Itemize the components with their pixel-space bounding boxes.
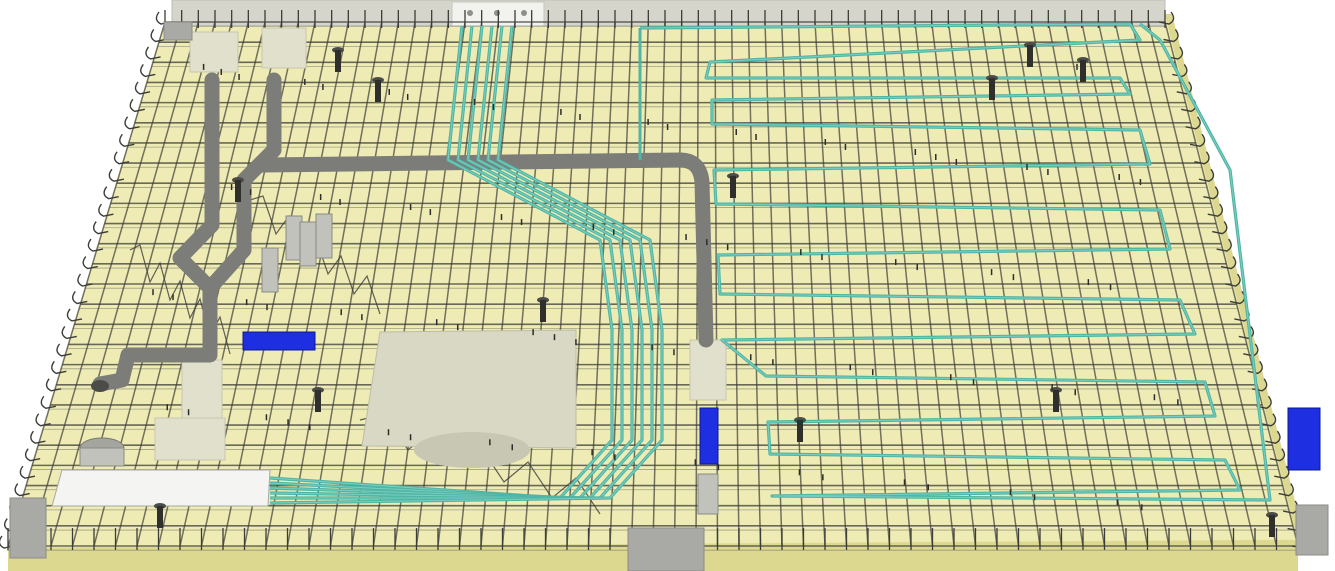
drain-post (989, 78, 995, 100)
plate-bolt-icon (467, 10, 473, 16)
block (689, 339, 727, 401)
cylinder (315, 213, 333, 259)
drain-post (157, 506, 163, 528)
spacer (9, 497, 47, 559)
drain-post (1053, 390, 1059, 412)
bottom-beam (51, 469, 271, 507)
spacer (1295, 504, 1329, 556)
blue-box (1287, 407, 1321, 471)
blue-box (242, 331, 316, 351)
drain-post (335, 50, 341, 72)
plate-bolt-icon (494, 10, 500, 16)
drain-post (375, 80, 381, 102)
drain-post (1027, 45, 1033, 67)
cylinder (697, 473, 719, 515)
drain-post (797, 420, 803, 442)
cylinder (261, 247, 279, 293)
spacer (627, 527, 705, 571)
spacer (163, 21, 193, 41)
drain-post (1269, 515, 1275, 537)
drain-post (1080, 60, 1086, 82)
drain-post (540, 300, 546, 322)
drain-post (730, 176, 736, 198)
central-block (361, 329, 577, 449)
block (154, 417, 226, 461)
block (189, 31, 239, 73)
drain-post (315, 390, 321, 412)
duct-outlet (91, 380, 109, 392)
tank-body (79, 447, 125, 467)
rebar-slab-scene (0, 0, 1329, 571)
cylinder (299, 221, 317, 267)
block (261, 27, 307, 69)
blue-box (699, 407, 719, 465)
drain-post (235, 180, 241, 202)
plate-bolt-icon (521, 10, 527, 16)
